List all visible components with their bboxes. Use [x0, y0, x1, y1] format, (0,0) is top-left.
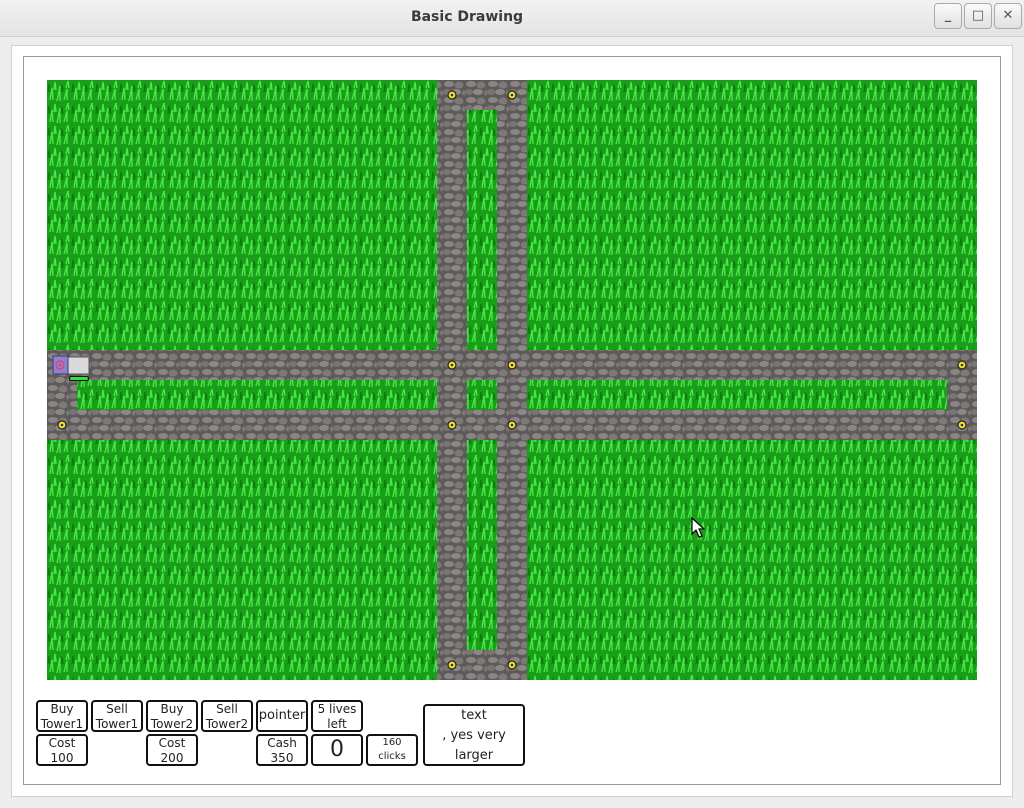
waypoint-marker-center [450, 423, 454, 427]
waypoint-marker-center [510, 363, 514, 367]
buy-tower2-button[interactable]: Buy Tower2 [146, 700, 198, 732]
pointer-button[interactable]: pointer [256, 700, 308, 732]
waypoint-marker-center [960, 423, 964, 427]
game-board[interactable] [47, 80, 977, 680]
buy-tower1-button[interactable]: Buy Tower1 [36, 700, 88, 732]
waypoint-marker-center [960, 363, 964, 367]
enemy-health-bar-fill [70, 377, 88, 380]
tower1-cost-label: Cost 100 [36, 734, 88, 766]
waypoint-marker-center [450, 363, 454, 367]
close-button[interactable]: ✕ [994, 3, 1022, 29]
waypoint-marker-center [60, 423, 64, 427]
sell-tower1-button[interactable]: Sell Tower1 [91, 700, 143, 732]
waypoint-marker-center [510, 663, 514, 667]
clicks-counter: 160 clicks past [366, 734, 418, 766]
window-title: Basic Drawing [410, 9, 524, 25]
tower2-cost-label: Cost 200 [146, 734, 198, 766]
sell-tower2-button[interactable]: Sell Tower2 [201, 700, 253, 732]
waypoint-marker-center [450, 93, 454, 97]
waypoint-marker-center [450, 663, 454, 667]
window-titlebar: Basic Drawing _ □ ✕ [0, 0, 1024, 37]
waypoint-marker-center [510, 93, 514, 97]
minimize-button[interactable]: _ [934, 3, 962, 29]
mouse-cursor-icon [691, 517, 705, 538]
cash-display: Cash 350 [256, 734, 308, 766]
score-display: 0 [311, 734, 363, 766]
waypoint-marker-center [510, 423, 514, 427]
maximize-button[interactable]: □ [964, 3, 992, 29]
game-map[interactable] [47, 80, 977, 680]
lives-display: 5 lives left [311, 700, 363, 732]
message-box: text , yes very larger [423, 704, 525, 766]
